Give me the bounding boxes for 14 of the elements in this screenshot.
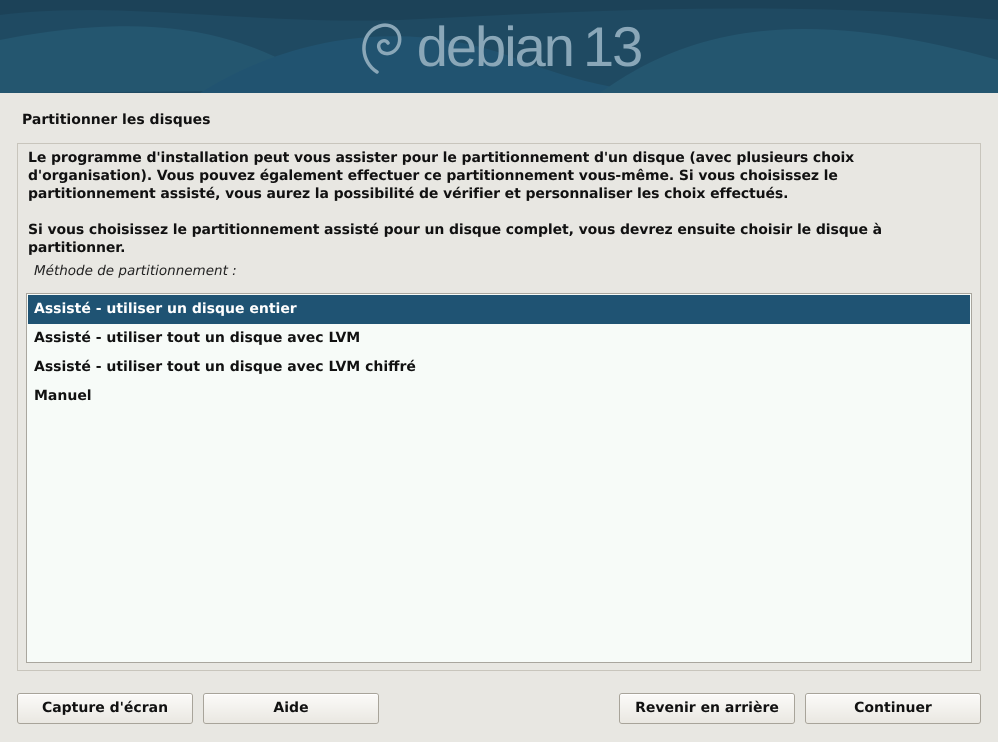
- footer-button[interactable]: Continuer: [805, 693, 981, 724]
- logo-text: debian: [416, 18, 573, 74]
- version-number: 13: [582, 18, 642, 74]
- description-text: Si vous choisissez le partitionnement assisté pour un disque complet, vous devrez ensuite choisir le disque à partitionner.: [28, 221, 883, 257]
- footer-button[interactable]: Aide: [203, 693, 379, 724]
- list-option[interactable]: Assisté - utiliser un disque entier: [28, 295, 970, 324]
- list-option[interactable]: Manuel: [28, 382, 970, 412]
- list-label: Méthode de partitionnement :: [34, 262, 238, 281]
- description-text: Le programme d'installation peut vous assister pour le partitionnement d'un disque (avec plusieurs choix d'organisation). Vous pouvez également effectuer ce partitionnement vous-même. Si vous choisissez le partitionnement assisté, vous aurez la possibilité de vérifier et personnaliser les choix effectués.: [28, 149, 856, 203]
- footer-button[interactable]: Capture d'écran: [17, 693, 193, 724]
- list-option[interactable]: Assisté - utiliser tout un disque avec LVM: [28, 324, 970, 354]
- page-title: Partitionner les disques: [22, 112, 211, 128]
- footer-button[interactable]: Revenir en arrière: [619, 693, 795, 724]
- list-option[interactable]: Assisté - utiliser tout un disque avec LVM chiffré: [28, 353, 970, 382]
